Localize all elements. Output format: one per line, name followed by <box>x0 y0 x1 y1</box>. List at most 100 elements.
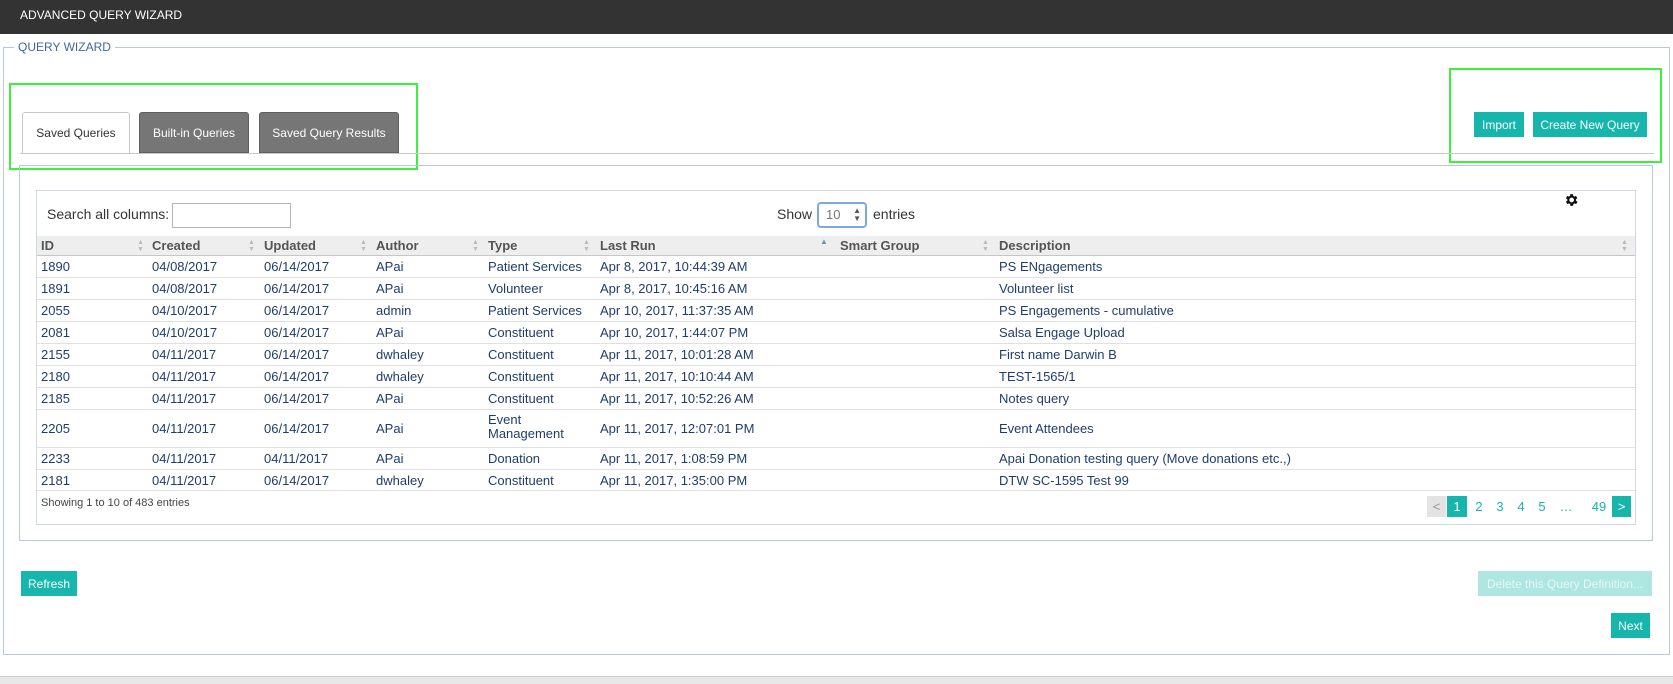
table-cell: Apr 10, 2017, 11:37:35 AM <box>600 303 754 318</box>
sort-arrows-icon[interactable]: ▲ ▼ <box>1621 239 1628 253</box>
sort-arrows-icon[interactable]: ▲ ▼ <box>472 239 479 253</box>
table-cell: admin <box>376 303 412 318</box>
table-cell: PS ENgagements <box>999 259 1103 274</box>
create-new-query-button[interactable]: Create New Query <box>1533 112 1647 137</box>
entries-value: 10 <box>826 207 841 222</box>
table-cell: 1890 <box>41 259 70 274</box>
import-button[interactable]: Import <box>1474 112 1524 137</box>
gear-icon[interactable] <box>1563 192 1579 208</box>
table-cell: Patient Services <box>488 303 582 318</box>
table-cell: 2233 <box>41 451 70 466</box>
pagination-page-button[interactable]: 4 <box>1511 496 1531 517</box>
table-cell: Event Management <box>488 412 564 441</box>
table-cell: PS Engagements - cumulative <box>999 303 1174 318</box>
table-cell: Apr 11, 2017, 10:10:44 AM <box>600 369 754 384</box>
sort-arrows-icon[interactable]: ▲ ▼ <box>583 239 590 253</box>
showing-info: Showing 1 to 10 of 483 entries <box>41 497 190 509</box>
table-cell: Notes query <box>999 391 1070 406</box>
sort-arrows-icon[interactable]: ▲ <box>820 238 828 246</box>
table-cell: 04/11/2017 <box>152 451 217 466</box>
delete-query-button: Delete this Query Definition... <box>1478 571 1652 596</box>
table-cell: Constituent <box>488 369 554 384</box>
sort-arrows-icon[interactable]: ▲ ▼ <box>248 239 255 253</box>
pagination-page-button[interactable]: 2 <box>1469 496 1489 517</box>
pagination-page-button[interactable]: 49 <box>1587 496 1611 517</box>
next-button[interactable]: Next <box>1611 613 1650 638</box>
search-label: Search all columns: <box>47 206 170 222</box>
table-cell: Volunteer <box>488 281 543 296</box>
select-arrows-icon: ▲ ▼ <box>853 206 861 223</box>
table-cell: Apr 11, 2017, 10:52:26 AM <box>600 391 754 406</box>
table-cell: 2180 <box>41 369 70 384</box>
tab-built-in-queries[interactable]: Built-in Queries <box>139 112 249 153</box>
table-cell: 04/11/2017 <box>152 369 217 384</box>
column-header[interactable]: Last Run <box>600 237 656 255</box>
table-cell: Apr 11, 2017, 10:01:28 AM <box>600 347 754 362</box>
table-cell: 04/10/2017 <box>152 325 218 340</box>
sort-arrows-icon[interactable]: ▲ ▼ <box>982 239 989 253</box>
table-cell: 06/14/2017 <box>264 259 330 274</box>
pagination-page-button[interactable]: 3 <box>1490 496 1510 517</box>
table-cell: 2155 <box>41 347 70 362</box>
sort-arrows-icon[interactable]: ▲ ▼ <box>360 239 367 253</box>
column-header[interactable]: Updated <box>264 237 316 255</box>
entries-label: entries <box>873 206 916 222</box>
table-cell: 2055 <box>41 303 70 318</box>
table-cell: TEST-1565/1 <box>999 369 1076 384</box>
table-cell: Constituent <box>488 325 554 340</box>
table-cell: Salsa Engage Upload <box>999 325 1125 340</box>
tab-label: Built-in Queries <box>152 125 236 140</box>
table-cell: 04/11/2017 <box>152 421 217 436</box>
table-cell: Apr 11, 2017, 12:07:01 PM <box>600 421 755 436</box>
column-header[interactable]: Created <box>152 237 200 255</box>
table-cell: Constituent <box>488 347 554 362</box>
tab-label: Saved Query Results <box>272 125 386 140</box>
sort-arrows-icon[interactable]: ▲ ▼ <box>137 239 144 253</box>
table-cell: First name Darwin B <box>999 347 1117 362</box>
pagination-page-button[interactable]: 5 <box>1532 496 1552 517</box>
pagination-prev-button[interactable]: < <box>1427 496 1446 517</box>
table-cell: 04/11/2017 <box>152 473 217 488</box>
table-cell: 2205 <box>41 421 70 436</box>
table-cell: Apr 8, 2017, 10:45:16 AM <box>600 281 748 296</box>
tab-saved-query-results[interactable]: Saved Query Results <box>259 112 399 153</box>
search-input[interactable] <box>172 203 291 228</box>
table-cell: Constituent <box>488 391 554 406</box>
table-cell: 2185 <box>41 391 70 406</box>
table-cell: APai <box>376 281 404 296</box>
table-cell: Donation <box>488 451 541 466</box>
table-cell: Apr 11, 2017, 1:35:00 PM <box>600 473 748 488</box>
tab-underline <box>20 153 1654 154</box>
pagination-page-button[interactable]: … <box>1556 496 1576 517</box>
table-cell: 1891 <box>41 281 70 296</box>
table-cell: 04/08/2017 <box>152 281 218 296</box>
column-header[interactable]: Description <box>999 237 1071 255</box>
pagination-next-button[interactable]: > <box>1612 496 1631 517</box>
table-cell: Patient Services <box>488 259 582 274</box>
table-cell: dwhaley <box>376 347 424 362</box>
table-cell: DTW SC-1595 Test 99 <box>999 473 1129 488</box>
table-cell: Event Attendees <box>999 421 1094 436</box>
table-cell: 2081 <box>41 325 70 340</box>
entries-per-page-select[interactable]: 10 ▲ ▼ <box>817 202 867 228</box>
table-cell: dwhaley <box>376 369 424 384</box>
table-cell: Apr 10, 2017, 1:44:07 PM <box>600 325 749 340</box>
column-header[interactable]: Author <box>376 237 419 255</box>
column-header[interactable]: ID <box>41 237 54 255</box>
column-header[interactable]: Type <box>488 237 517 255</box>
table-cell: APai <box>376 421 404 436</box>
app-header: ADVANCED QUERY WIZARD <box>0 0 1673 34</box>
table-cell: Volunteer list <box>999 281 1074 296</box>
refresh-button[interactable]: Refresh <box>21 571 77 596</box>
table-cell: APai <box>376 451 404 466</box>
table-cell: 06/14/2017 <box>264 473 330 488</box>
table-cell: 06/14/2017 <box>264 325 330 340</box>
column-header[interactable]: Smart Group <box>840 237 919 255</box>
table-cell: Apr 8, 2017, 10:44:39 AM <box>600 259 748 274</box>
pagination-page-button[interactable]: 1 <box>1447 496 1467 517</box>
query-wizard-legend: QUERY WIZARD <box>14 40 115 54</box>
tab-saved-queries[interactable]: Saved Queries <box>22 112 130 153</box>
table-cell: Constituent <box>488 473 554 488</box>
table-cell: APai <box>376 259 404 274</box>
table-cell: Apr 11, 2017, 1:08:59 PM <box>600 451 748 466</box>
